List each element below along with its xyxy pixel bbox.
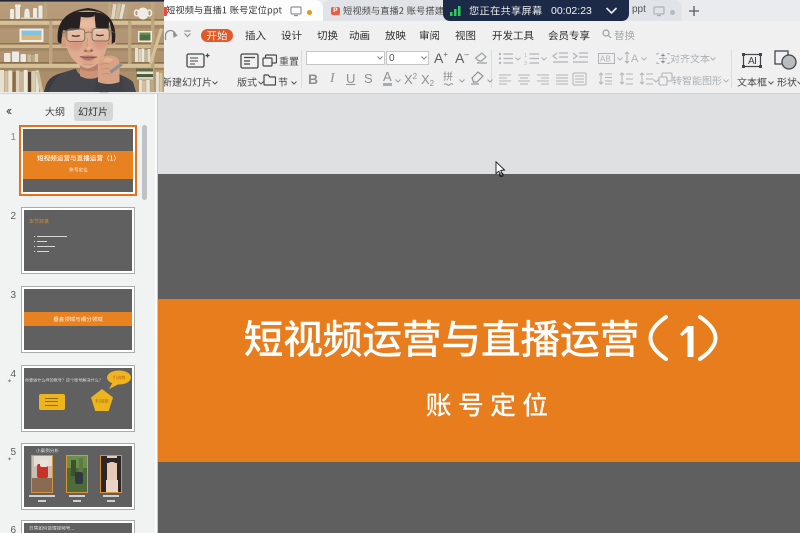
- svg-text:A: A: [631, 53, 639, 65]
- svg-text:AB: AB: [600, 55, 611, 64]
- svg-text:A: A: [748, 56, 755, 67]
- svg-text:3: 3: [524, 61, 527, 65]
- svg-text:1: 1: [524, 53, 527, 59]
